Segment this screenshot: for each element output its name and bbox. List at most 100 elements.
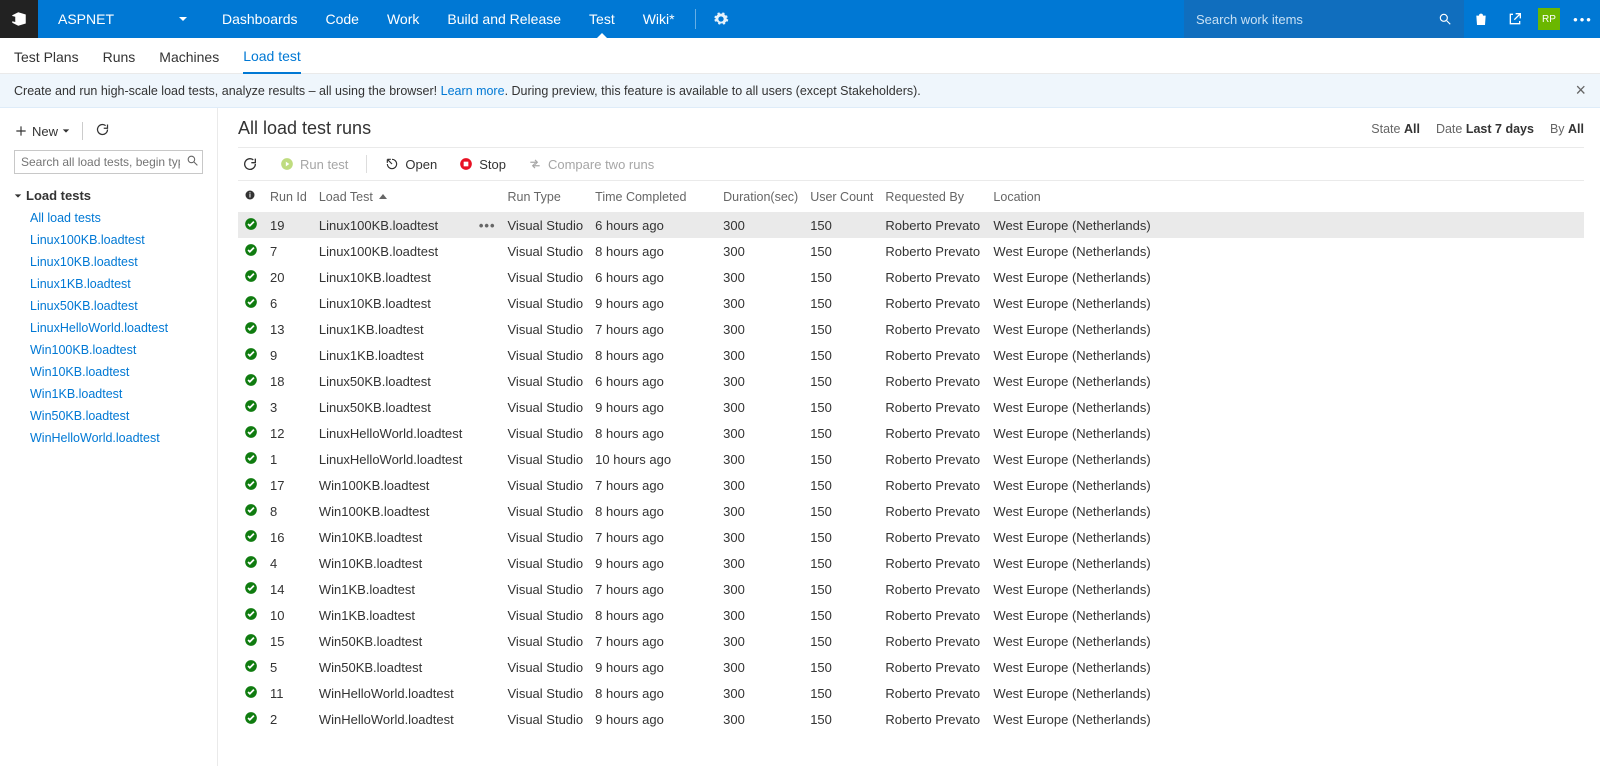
info-icon: i — [244, 189, 256, 201]
nav-test[interactable]: Test — [575, 0, 629, 38]
marketplace-button[interactable] — [1464, 0, 1498, 38]
settings-button[interactable] — [702, 0, 740, 38]
cell-row-menu[interactable]: ••• — [473, 680, 502, 706]
col-header[interactable]: User Count — [804, 181, 879, 212]
table-row[interactable]: 7Linux100KB.loadtest•••Visual Studio8 ho… — [238, 238, 1584, 264]
nav-dashboards[interactable]: Dashboards — [208, 0, 312, 38]
tree-item[interactable]: WinHelloWorld.loadtest — [14, 427, 203, 449]
cell-row-menu[interactable]: ••• — [473, 446, 502, 472]
table-row[interactable]: 2WinHelloWorld.loadtest•••Visual Studio9… — [238, 706, 1584, 732]
col-header[interactable]: Requested By — [879, 181, 987, 212]
table-row[interactable]: 4Win10KB.loadtest•••Visual Studio9 hours… — [238, 550, 1584, 576]
table-row[interactable]: 14Win1KB.loadtest•••Visual Studio7 hours… — [238, 576, 1584, 602]
table-row[interactable]: 16Win10KB.loadtest•••Visual Studio7 hour… — [238, 524, 1584, 550]
filter-state[interactable]: State All — [1371, 122, 1420, 136]
col-header[interactable]: i — [238, 181, 264, 212]
tree-item[interactable]: Win1KB.loadtest — [14, 383, 203, 405]
tree-item[interactable]: Linux1KB.loadtest — [14, 273, 203, 295]
cell-row-menu[interactable]: ••• — [473, 706, 502, 732]
table-row[interactable]: 5Win50KB.loadtest•••Visual Studio9 hours… — [238, 654, 1584, 680]
col-header[interactable]: Run Id — [264, 181, 313, 212]
table-row[interactable]: 12LinuxHelloWorld.loadtest•••Visual Stud… — [238, 420, 1584, 446]
search-loadtests[interactable] — [14, 150, 203, 174]
subnav-runs[interactable]: Runs — [103, 41, 136, 73]
nav-build-and-release[interactable]: Build and Release — [433, 0, 575, 38]
search-loadtests-input[interactable] — [14, 150, 203, 174]
table-row[interactable]: 8Win100KB.loadtest•••Visual Studio8 hour… — [238, 498, 1584, 524]
vsts-logo-icon[interactable] — [0, 0, 38, 38]
cell-row-menu[interactable]: ••• — [473, 420, 502, 446]
cell-row-menu[interactable]: ••• — [473, 342, 502, 368]
subnav-machines[interactable]: Machines — [159, 41, 219, 73]
new-button[interactable]: New — [14, 124, 70, 139]
cell-row-menu[interactable]: ••• — [473, 654, 502, 680]
user-avatar[interactable]: RP — [1538, 8, 1560, 30]
cell-row-menu[interactable]: ••• — [473, 498, 502, 524]
table-row[interactable]: 1LinuxHelloWorld.loadtest•••Visual Studi… — [238, 446, 1584, 472]
col-header[interactable]: Load Test — [313, 181, 473, 212]
tree-header-loadtests[interactable]: Load tests — [14, 184, 203, 207]
refresh-runs-button[interactable] — [238, 154, 262, 174]
run-test-button[interactable]: Run test — [276, 155, 352, 174]
cell-row-menu[interactable]: ••• — [473, 550, 502, 576]
tree-item[interactable]: LinuxHelloWorld.loadtest — [14, 317, 203, 339]
tree-item[interactable]: Win50KB.loadtest — [14, 405, 203, 427]
cell-row-menu[interactable]: ••• — [473, 316, 502, 342]
cell-row-menu[interactable]: ••• — [473, 394, 502, 420]
tree-item[interactable]: Win10KB.loadtest — [14, 361, 203, 383]
global-search[interactable] — [1184, 0, 1464, 38]
cell-row-menu[interactable]: ••• — [473, 290, 502, 316]
cell-row-menu[interactable]: ••• — [473, 368, 502, 394]
cell-row-menu[interactable]: ••• — [473, 472, 502, 498]
nav-wiki-[interactable]: Wiki* — [629, 0, 689, 38]
tree-item[interactable]: Linux100KB.loadtest — [14, 229, 203, 251]
stop-button[interactable]: Stop — [455, 155, 510, 174]
col-header[interactable]: Duration(sec) — [717, 181, 804, 212]
filter-by[interactable]: By All — [1550, 122, 1584, 136]
cell-time-completed: 8 hours ago — [589, 342, 717, 368]
nav-work[interactable]: Work — [373, 0, 433, 38]
table-row[interactable]: 11WinHelloWorld.loadtest•••Visual Studio… — [238, 680, 1584, 706]
tree-item[interactable]: Win100KB.loadtest — [14, 339, 203, 361]
tree-item[interactable]: Linux10KB.loadtest — [14, 251, 203, 273]
cell-row-menu[interactable]: ••• — [473, 238, 502, 264]
open-button[interactable]: Open — [381, 155, 441, 174]
learn-more-link[interactable]: Learn more — [441, 84, 505, 98]
subnav-load-test[interactable]: Load test — [243, 40, 301, 74]
table-row[interactable]: 6Linux10KB.loadtest•••Visual Studio9 hou… — [238, 290, 1584, 316]
close-banner-button[interactable]: × — [1575, 80, 1586, 101]
col-header[interactable]: Run Type — [502, 181, 590, 212]
compare-runs-button[interactable]: Compare two runs — [524, 155, 658, 174]
more-button[interactable]: ••• — [1566, 0, 1600, 38]
col-header[interactable]: Location — [987, 181, 1584, 212]
new-window-button[interactable] — [1498, 0, 1532, 38]
table-row[interactable]: 19Linux100KB.loadtest•••Visual Studio6 h… — [238, 212, 1584, 238]
cell-row-menu[interactable]: ••• — [473, 212, 502, 238]
tree-item[interactable]: Linux50KB.loadtest — [14, 295, 203, 317]
table-row[interactable]: 18Linux50KB.loadtest•••Visual Studio6 ho… — [238, 368, 1584, 394]
filter-date[interactable]: Date Last 7 days — [1436, 122, 1534, 136]
col-header[interactable] — [473, 181, 502, 212]
col-header[interactable]: Time Completed — [589, 181, 717, 212]
table-row[interactable]: 20Linux10KB.loadtest•••Visual Studio6 ho… — [238, 264, 1584, 290]
search-input[interactable] — [1196, 12, 1438, 27]
nav-code[interactable]: Code — [312, 0, 373, 38]
table-row[interactable]: 3Linux50KB.loadtest•••Visual Studio9 hou… — [238, 394, 1584, 420]
refresh-button[interactable] — [95, 122, 110, 140]
cell-requested-by: Roberto Prevato — [879, 342, 987, 368]
subnav-test-plans[interactable]: Test Plans — [14, 41, 79, 73]
table-row[interactable]: 13Linux1KB.loadtest•••Visual Studio7 hou… — [238, 316, 1584, 342]
cell-row-menu[interactable]: ••• — [473, 602, 502, 628]
table-row[interactable]: 9Linux1KB.loadtest•••Visual Studio8 hour… — [238, 342, 1584, 368]
tree-item[interactable]: All load tests — [14, 207, 203, 229]
cell-row-menu[interactable]: ••• — [473, 628, 502, 654]
table-row[interactable]: 15Win50KB.loadtest•••Visual Studio7 hour… — [238, 628, 1584, 654]
table-row[interactable]: 10Win1KB.loadtest•••Visual Studio8 hours… — [238, 602, 1584, 628]
cell-row-menu[interactable]: ••• — [473, 264, 502, 290]
cell-row-menu[interactable]: ••• — [473, 524, 502, 550]
ellipsis-icon[interactable]: ••• — [479, 218, 496, 233]
project-selector[interactable]: ASPNET — [38, 0, 208, 38]
table-row[interactable]: 17Win100KB.loadtest•••Visual Studio7 hou… — [238, 472, 1584, 498]
cell-run-type: Visual Studio — [502, 342, 590, 368]
cell-row-menu[interactable]: ••• — [473, 576, 502, 602]
